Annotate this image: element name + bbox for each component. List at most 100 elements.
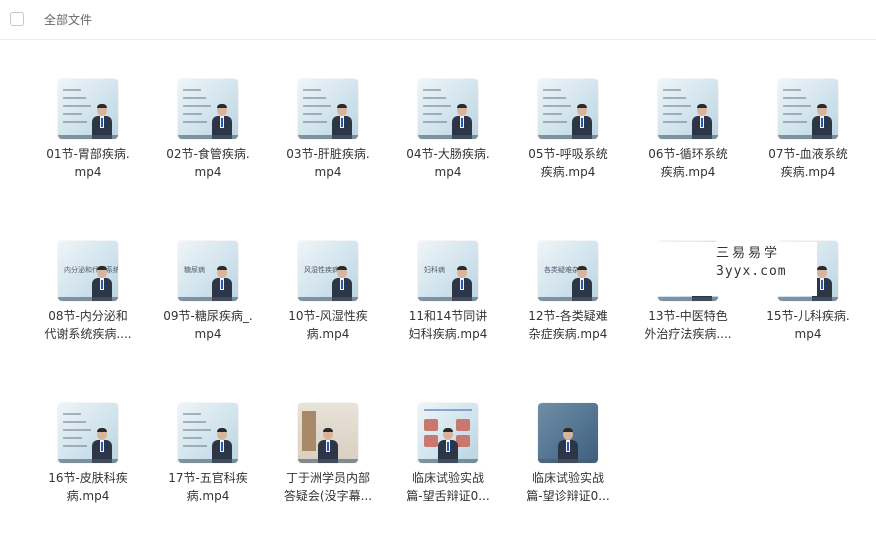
file-item[interactable]: 各类疑难杂症 12节-各类疑难 杂症疾病.mp4 [508, 241, 628, 391]
video-thumbnail[interactable] [658, 79, 718, 139]
file-item[interactable]: 内分泌和代谢系统 08节-内分泌和 代谢系统疾病.... [28, 241, 148, 391]
slide-text-line [63, 113, 82, 115]
lecturer-figure [438, 428, 458, 463]
file-item[interactable]: 03节-肝脏疾病. mp4 [268, 79, 388, 229]
file-name[interactable]: 11和14节同讲 妇科疾病.mp4 [388, 307, 508, 343]
file-name[interactable]: 10节-风湿性疾 病.mp4 [268, 307, 388, 343]
video-thumbnail[interactable] [538, 403, 598, 463]
file-item[interactable]: 临床试验实战 篇-望舌辩证0... [388, 403, 508, 553]
video-thumbnail[interactable] [298, 79, 358, 139]
lecturer-hair [97, 428, 107, 432]
video-thumbnail[interactable]: 糖尿病 [178, 241, 238, 301]
bookshelf [302, 411, 316, 451]
file-item[interactable]: 风湿性疾病 10节-风湿性疾 病.mp4 [268, 241, 388, 391]
lecturer-hair [217, 428, 227, 432]
video-thumbnail[interactable]: 风湿性疾病 [298, 241, 358, 301]
file-name-line-1: 08节-内分泌和 [48, 309, 128, 323]
watermark-text-cn: 三易易学 [716, 246, 781, 261]
file-name[interactable]: 15节-儿科疾病. mp4 [748, 307, 868, 343]
file-name[interactable]: 13节-中医特色 外治疗法疾病.... [628, 307, 748, 343]
file-name[interactable]: 08节-内分泌和 代谢系统疾病.... [28, 307, 148, 343]
file-name[interactable]: 07节-血液系统 疾病.mp4 [748, 145, 868, 181]
file-name[interactable]: 01节-胃部疾病. mp4 [28, 145, 148, 181]
select-all-checkbox[interactable] [10, 12, 24, 26]
file-name[interactable]: 丁于洲学员内部 答疑会(没字幕... [268, 469, 388, 505]
video-thumbnail[interactable] [778, 79, 838, 139]
slide-text-line [423, 97, 446, 99]
file-item[interactable]: 02节-食管疾病. mp4 [148, 79, 268, 229]
thumbnail-caption-bar [58, 297, 118, 301]
slide-text-line [663, 121, 687, 123]
lecturer-tie [221, 118, 223, 127]
lecturer-figure [332, 266, 352, 301]
tongue-photo [424, 419, 438, 431]
lecturer-hair [577, 266, 587, 270]
lecturer-tie [447, 442, 449, 451]
lecturer-tie [461, 118, 463, 127]
file-name[interactable]: 02节-食管疾病. mp4 [148, 145, 268, 181]
file-name-line-1: 04节-大肠疾病. [406, 147, 490, 161]
file-name[interactable]: 04节-大肠疾病. mp4 [388, 145, 508, 181]
video-thumbnail[interactable] [418, 79, 478, 139]
video-thumbnail[interactable] [58, 79, 118, 139]
file-item[interactable]: 05节-呼吸系统 疾病.mp4 [508, 79, 628, 229]
lecturer-tie [821, 280, 823, 289]
file-name[interactable]: 临床试验实战 篇-望舌辩证0... [388, 469, 508, 505]
file-name-line-2: 外治疗法疾病.... [644, 327, 732, 341]
file-name[interactable]: 09节-糖尿疾病_. mp4 [148, 307, 268, 343]
slide-text-line [423, 89, 441, 91]
video-thumbnail[interactable]: 妇科病 [418, 241, 478, 301]
thumbnail-caption-bar [418, 459, 478, 463]
file-item[interactable]: 丁于洲学员内部 答疑会(没字幕... [268, 403, 388, 553]
video-thumbnail[interactable] [538, 79, 598, 139]
file-name-line-2: 疾病.mp4 [660, 165, 716, 179]
file-name[interactable]: 05节-呼吸系统 疾病.mp4 [508, 145, 628, 181]
file-name-line-1: 06节-循环系统 [648, 147, 728, 161]
file-name-line-1: 丁于洲学员内部 [285, 471, 370, 485]
slide-text-line [663, 89, 681, 91]
file-item[interactable]: 01节-胃部疾病. mp4 [28, 79, 148, 229]
thumbnail-caption-bar [658, 297, 718, 301]
thumbnail-caption-bar [418, 135, 478, 139]
file-item[interactable]: 妇科病 11和14节同讲 妇科疾病.mp4 [388, 241, 508, 391]
file-name-line-2: 杂症疾病.mp4 [528, 327, 608, 341]
lecturer-hair [217, 104, 227, 108]
file-name[interactable]: 临床试验实战 篇-望诊辩证0... [508, 469, 628, 505]
lecturer-hair [457, 104, 467, 108]
file-item[interactable]: 17节-五官科疾 病.mp4 [148, 403, 268, 553]
thumbnail-caption-bar [418, 297, 478, 301]
file-item[interactable]: 临床试验实战 篇-望诊辩证0... [508, 403, 628, 553]
file-name[interactable]: 17节-五官科疾 病.mp4 [148, 469, 268, 505]
file-item[interactable]: 糖尿病 09节-糖尿疾病_. mp4 [148, 241, 268, 391]
file-name[interactable]: 16节-皮肤科疾 病.mp4 [28, 469, 148, 505]
file-item[interactable]: 16节-皮肤科疾 病.mp4 [28, 403, 148, 553]
lecturer-tie [581, 280, 583, 289]
slide-text-line [63, 413, 81, 415]
slide-text-line [63, 97, 86, 99]
slide-text-line [663, 113, 682, 115]
video-thumbnail[interactable] [178, 79, 238, 139]
file-name-line-2: mp4 [794, 327, 822, 341]
thumbnail-caption-bar [178, 459, 238, 463]
video-thumbnail[interactable] [298, 403, 358, 463]
file-name[interactable]: 12节-各类疑难 杂症疾病.mp4 [508, 307, 628, 343]
lecturer-figure [318, 428, 338, 463]
file-name-line-2: 妇科疾病.mp4 [408, 327, 488, 341]
video-thumbnail[interactable]: 各类疑难杂症 [538, 241, 598, 301]
file-name[interactable]: 06节-循环系统 疾病.mp4 [628, 145, 748, 181]
video-thumbnail[interactable] [58, 403, 118, 463]
tongue-photo [456, 419, 470, 431]
thumbnail-caption-bar [58, 459, 118, 463]
video-thumbnail[interactable] [418, 403, 478, 463]
file-name-line-2: 代谢系统疾病.... [44, 327, 132, 341]
lecturer-figure [572, 104, 592, 139]
file-name-line-2: mp4 [434, 165, 462, 179]
file-name[interactable]: 03节-肝脏疾病. mp4 [268, 145, 388, 181]
file-name-line-1: 12节-各类疑难 [528, 309, 608, 323]
file-name-line-1: 05节-呼吸系统 [528, 147, 608, 161]
video-thumbnail[interactable] [178, 403, 238, 463]
video-thumbnail[interactable]: 内分泌和代谢系统 [58, 241, 118, 301]
file-item[interactable]: 07节-血液系统 疾病.mp4 [748, 79, 868, 229]
file-item[interactable]: 04节-大肠疾病. mp4 [388, 79, 508, 229]
file-item[interactable]: 06节-循环系统 疾病.mp4 [628, 79, 748, 229]
